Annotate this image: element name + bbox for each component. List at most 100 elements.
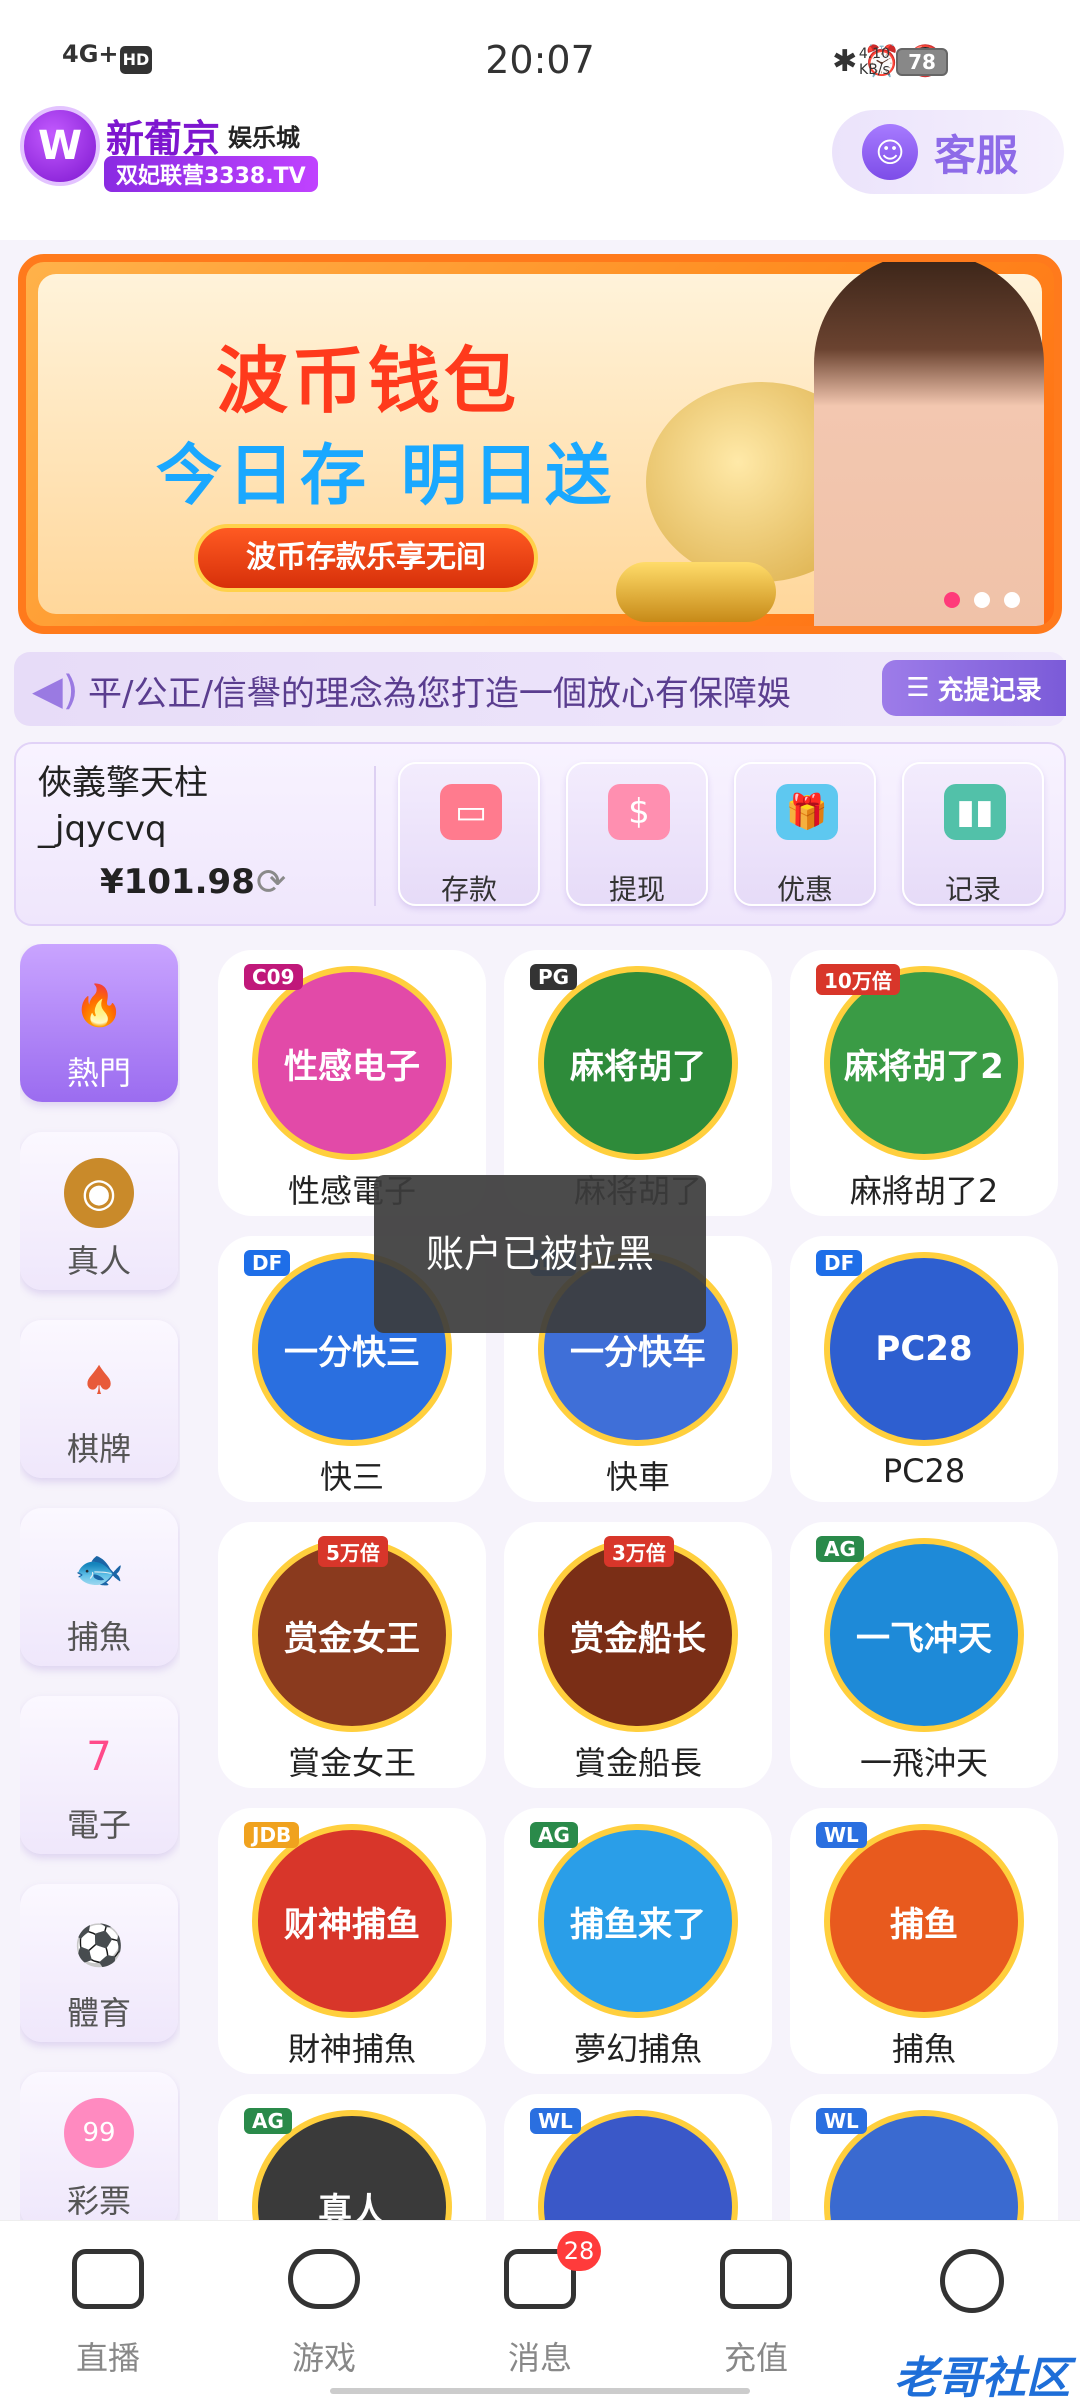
money-bag-icon: $ [608,784,670,840]
game-tile[interactable]: 捕鱼 WL 捕魚 [790,1808,1058,2074]
game-tile[interactable]: WL [504,2094,772,2220]
game-tile[interactable]: 财神捕鱼 JDB 財神捕魚 [218,1808,486,2074]
gift-icon: 🎁 [776,784,838,840]
game-art: 捕鱼 [824,1824,1024,2018]
game-label: 夢幻捕魚 [573,2030,702,2068]
card-icon: ▭ [440,784,502,840]
banner-cta-button[interactable]: 波币存款乐享无间 [194,524,538,592]
bar-chart-icon: ▮▮ [944,784,1006,840]
promo-banner[interactable]: 波币钱包 今日存 明日送 波币存款乐享无间 [18,254,1062,634]
nav-live[interactable]: 直播 [0,2221,216,2400]
category-lottery[interactable]: 99 彩票 [20,2072,178,2220]
logo-suffix: 娱乐城 [228,124,300,152]
smile-icon [940,2249,1004,2313]
chip-icon: ◉ [64,1158,134,1228]
provider-tag: DF [244,1250,291,1276]
game-art: 赏金女王 [252,1538,452,1732]
banner-subtitle: 今日存 明日送 [156,437,617,514]
game-tile[interactable]: 一飞冲天 AG 一飛沖天 [790,1522,1058,1788]
category-sports[interactable]: ⚽ 體育 [20,1884,178,2042]
carousel-dot[interactable] [974,592,990,608]
banner-title: 波币钱包 [216,339,521,423]
carousel-dot[interactable] [1004,592,1020,608]
customer-service-button[interactable]: ☺ 客服 [832,110,1064,194]
nav-messages[interactable]: 28 消息 [432,2221,648,2400]
speaker-icon: ◀) [32,668,79,714]
game-art: 赏金船长 [538,1538,738,1732]
wallet-icon [720,2249,792,2309]
category-hot[interactable]: 🔥 熱門 [20,944,178,1102]
flame-icon: 🔥 [74,982,124,1029]
carousel-dot[interactable] [944,592,960,608]
category-cards[interactable]: ♠ 棋牌 [20,1320,178,1478]
provider-tag: WL [816,2108,867,2134]
game-tile[interactable]: 赏金船长 3万倍 賞金船長 [504,1522,772,1788]
game-grid: 性感电子 C09 性感電子 麻将胡了 PG 麻将胡了 麻将胡了2 10万倍 麻將… [218,950,1060,2220]
nav-recharge[interactable]: 充值 [648,2221,864,2400]
game-tile[interactable]: 赏金女王 5万倍 賞金女王 [218,1522,486,1788]
balance: ¥101.98 [100,862,255,902]
provider-tag: DF [816,1250,863,1276]
game-label: 捕魚 [891,2030,956,2068]
coins-image [616,562,776,622]
category-sidebar: 🔥 熱門 ◉ 真人 ♠ 棋牌 🐟 捕魚 7 電子 ⚽ 體育 99 彩票 [20,944,180,2220]
game-art: 麻将胡了 [538,966,738,1160]
slot-icon: 7 [86,1734,112,1780]
logo-icon: W [20,106,100,186]
provider-tag: PG [530,964,578,990]
withdraw-button[interactable]: $ 提现 [566,762,708,906]
game-tile[interactable]: 麻将胡了2 10万倍 麻將胡了2 [790,950,1058,1216]
game-art: PC28 [824,1252,1024,1446]
category-live[interactable]: ◉ 真人 [20,1132,178,1290]
unread-badge: 28 [557,2231,601,2271]
game-label: 麻將胡了2 [849,1172,999,1210]
customer-service-label: 客服 [934,130,1019,180]
watermark: 老哥社区 [894,2353,1070,2400]
game-label: PC28 [882,1452,966,1490]
multiplier-tag: 3万倍 [604,1536,674,1567]
deposit-withdraw-record-button[interactable]: ☰ 充提记录 [882,660,1066,716]
game-label: 快車 [605,1458,670,1496]
account-actions: ▭ 存款 $ 提现 🎁 优惠 ▮▮ 记录 [398,762,1044,906]
deposit-button[interactable]: ▭ 存款 [398,762,540,906]
game-art: 一飞冲天 [824,1538,1024,1732]
lottery-ball-icon: 99 [64,2098,134,2168]
game-tile[interactable]: 捕鱼来了 AG 夢幻捕魚 [504,1808,772,2074]
game-label: 一飛沖天 [859,1744,988,1782]
carousel-dots [944,592,1020,608]
fish-icon: 🐟 [74,1546,124,1593]
gamepad-icon [288,2249,360,2309]
provider-tag: AG [816,1536,864,1562]
game-label: 賞金船長 [573,1744,702,1782]
battery-icon: 78 [896,48,948,76]
status-bar: 4G+ HD 20:07 ✱⏰🔕 4.10 KB/s 78 [0,0,1080,100]
records-button[interactable]: ▮▮ 记录 [902,762,1044,906]
toast-message: 账户已被拉黑 [374,1175,706,1333]
promotions-button[interactable]: 🎁 优惠 [734,762,876,906]
provider-tag: JDB [244,1822,300,1848]
game-tile[interactable]: 真人 AG [218,2094,486,2220]
game-tile[interactable]: PC28 DF PC28 [790,1236,1058,1502]
announcement-text: 平/公正/信譽的理念為您打造一個放心有保障娛 [88,674,791,714]
game-tile[interactable]: WL [790,2094,1058,2220]
username: 俠義擎天柱 _jqycvq [38,763,208,849]
headset-icon: ☺ [862,124,918,180]
account-card: 俠義擎天柱 _jqycvq ¥101.98 ⟳ ▭ 存款 $ 提现 🎁 优惠 ▮… [14,742,1066,926]
divider [374,766,376,906]
soccer-ball-icon: ⚽ [74,1922,124,1969]
video-camera-icon [72,2249,144,2309]
home-indicator [330,2388,750,2394]
game-art: 财神捕鱼 [252,1824,452,2018]
refresh-balance-icon[interactable]: ⟳ [256,862,286,903]
game-label: 賞金女王 [287,1744,416,1782]
provider-tag: C09 [244,964,303,990]
record-button-label: 充提记录 [937,675,1042,706]
multiplier-tag: 5万倍 [318,1536,388,1567]
announcement-marquee: ◀) 平/公正/信譽的理念為您打造一個放心有保障娛 ☰ 充提记录 [14,652,1066,726]
list-icon: ☰ [906,673,930,703]
game-art: 捕鱼来了 [538,1824,738,2018]
category-slots[interactable]: 7 電子 [20,1696,178,1854]
nav-games[interactable]: 游戏 [216,2221,432,2400]
category-fishing[interactable]: 🐟 捕魚 [20,1508,178,1666]
logo-tagline: 双妃联营3338.TV [104,156,318,192]
